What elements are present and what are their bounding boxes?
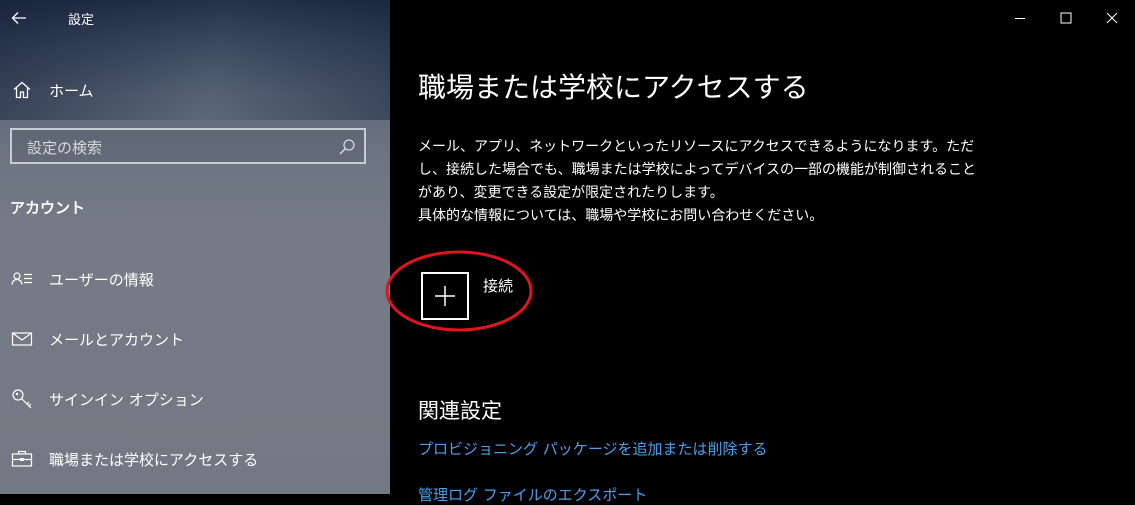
description: メール、アプリ、ネットワークといったリソースにアクセスできるようになります。ただ… (418, 136, 988, 228)
maximize-icon (1060, 12, 1072, 24)
window-controls (997, 0, 1135, 36)
description-text: メール、アプリ、ネットワークといったリソースにアクセスできるようになります。ただ… (418, 139, 977, 201)
search-icon[interactable] (338, 138, 356, 156)
key-icon (10, 387, 34, 411)
app-title: 設定 (68, 13, 95, 28)
titlebar-left: 設定 (0, 0, 390, 36)
sidebar: 設定 ホーム 設定の検索 アカウント ユーザーの情報 メールとアカウント サイン… (0, 0, 390, 494)
main-content: 職場または学校にアクセスする メール、アプリ、ネットワークといったリソースにアク… (385, 0, 1135, 504)
search-input[interactable]: 設定の検索 (10, 128, 366, 164)
sidebar-item-signin-options[interactable]: サインイン オプション (0, 379, 390, 419)
back-button[interactable] (0, 0, 38, 36)
provisioning-package-link[interactable]: プロビジョニング パッケージを追加または削除する (418, 438, 767, 459)
briefcase-icon (10, 447, 34, 471)
page-title: 職場または学校にアクセスする (418, 71, 809, 104)
user-info-icon (10, 267, 34, 291)
connect-button[interactable] (421, 272, 469, 320)
close-icon (1106, 12, 1118, 24)
home-icon (10, 78, 34, 102)
section-title: アカウント (10, 199, 86, 217)
sidebar-item-label: 職場または学校にアクセスする (49, 451, 259, 469)
sidebar-item-user-info[interactable]: ユーザーの情報 (0, 259, 390, 299)
sidebar-item-label: サインイン オプション (49, 391, 204, 409)
sidebar-item-mail-accounts[interactable]: メールとアカウント (0, 319, 390, 359)
sidebar-item-label: ユーザーの情報 (49, 271, 154, 289)
minimize-button[interactable] (997, 0, 1043, 36)
search-placeholder: 設定の検索 (27, 139, 103, 157)
sidebar-item-work-school[interactable]: 職場または学校にアクセスする (0, 439, 390, 479)
connect-label[interactable]: 接続 (483, 275, 513, 296)
mail-icon (10, 327, 34, 351)
sidebar-item-label: ホーム (49, 82, 94, 100)
back-arrow-icon (11, 12, 26, 24)
close-button[interactable] (1089, 0, 1135, 36)
sidebar-item-label: メールとアカウント (49, 331, 185, 349)
export-logs-link[interactable]: 管理ログ ファイルのエクスポート (418, 484, 647, 505)
sidebar-item-home[interactable]: ホーム (0, 72, 390, 108)
plus-icon (435, 286, 455, 306)
maximize-button[interactable] (1043, 0, 1089, 36)
minimize-icon (1015, 18, 1025, 19)
description-text: 具体的な情報については、職場や学校にお問い合わせください。 (418, 208, 824, 224)
related-settings-title: 関連設定 (418, 399, 502, 423)
